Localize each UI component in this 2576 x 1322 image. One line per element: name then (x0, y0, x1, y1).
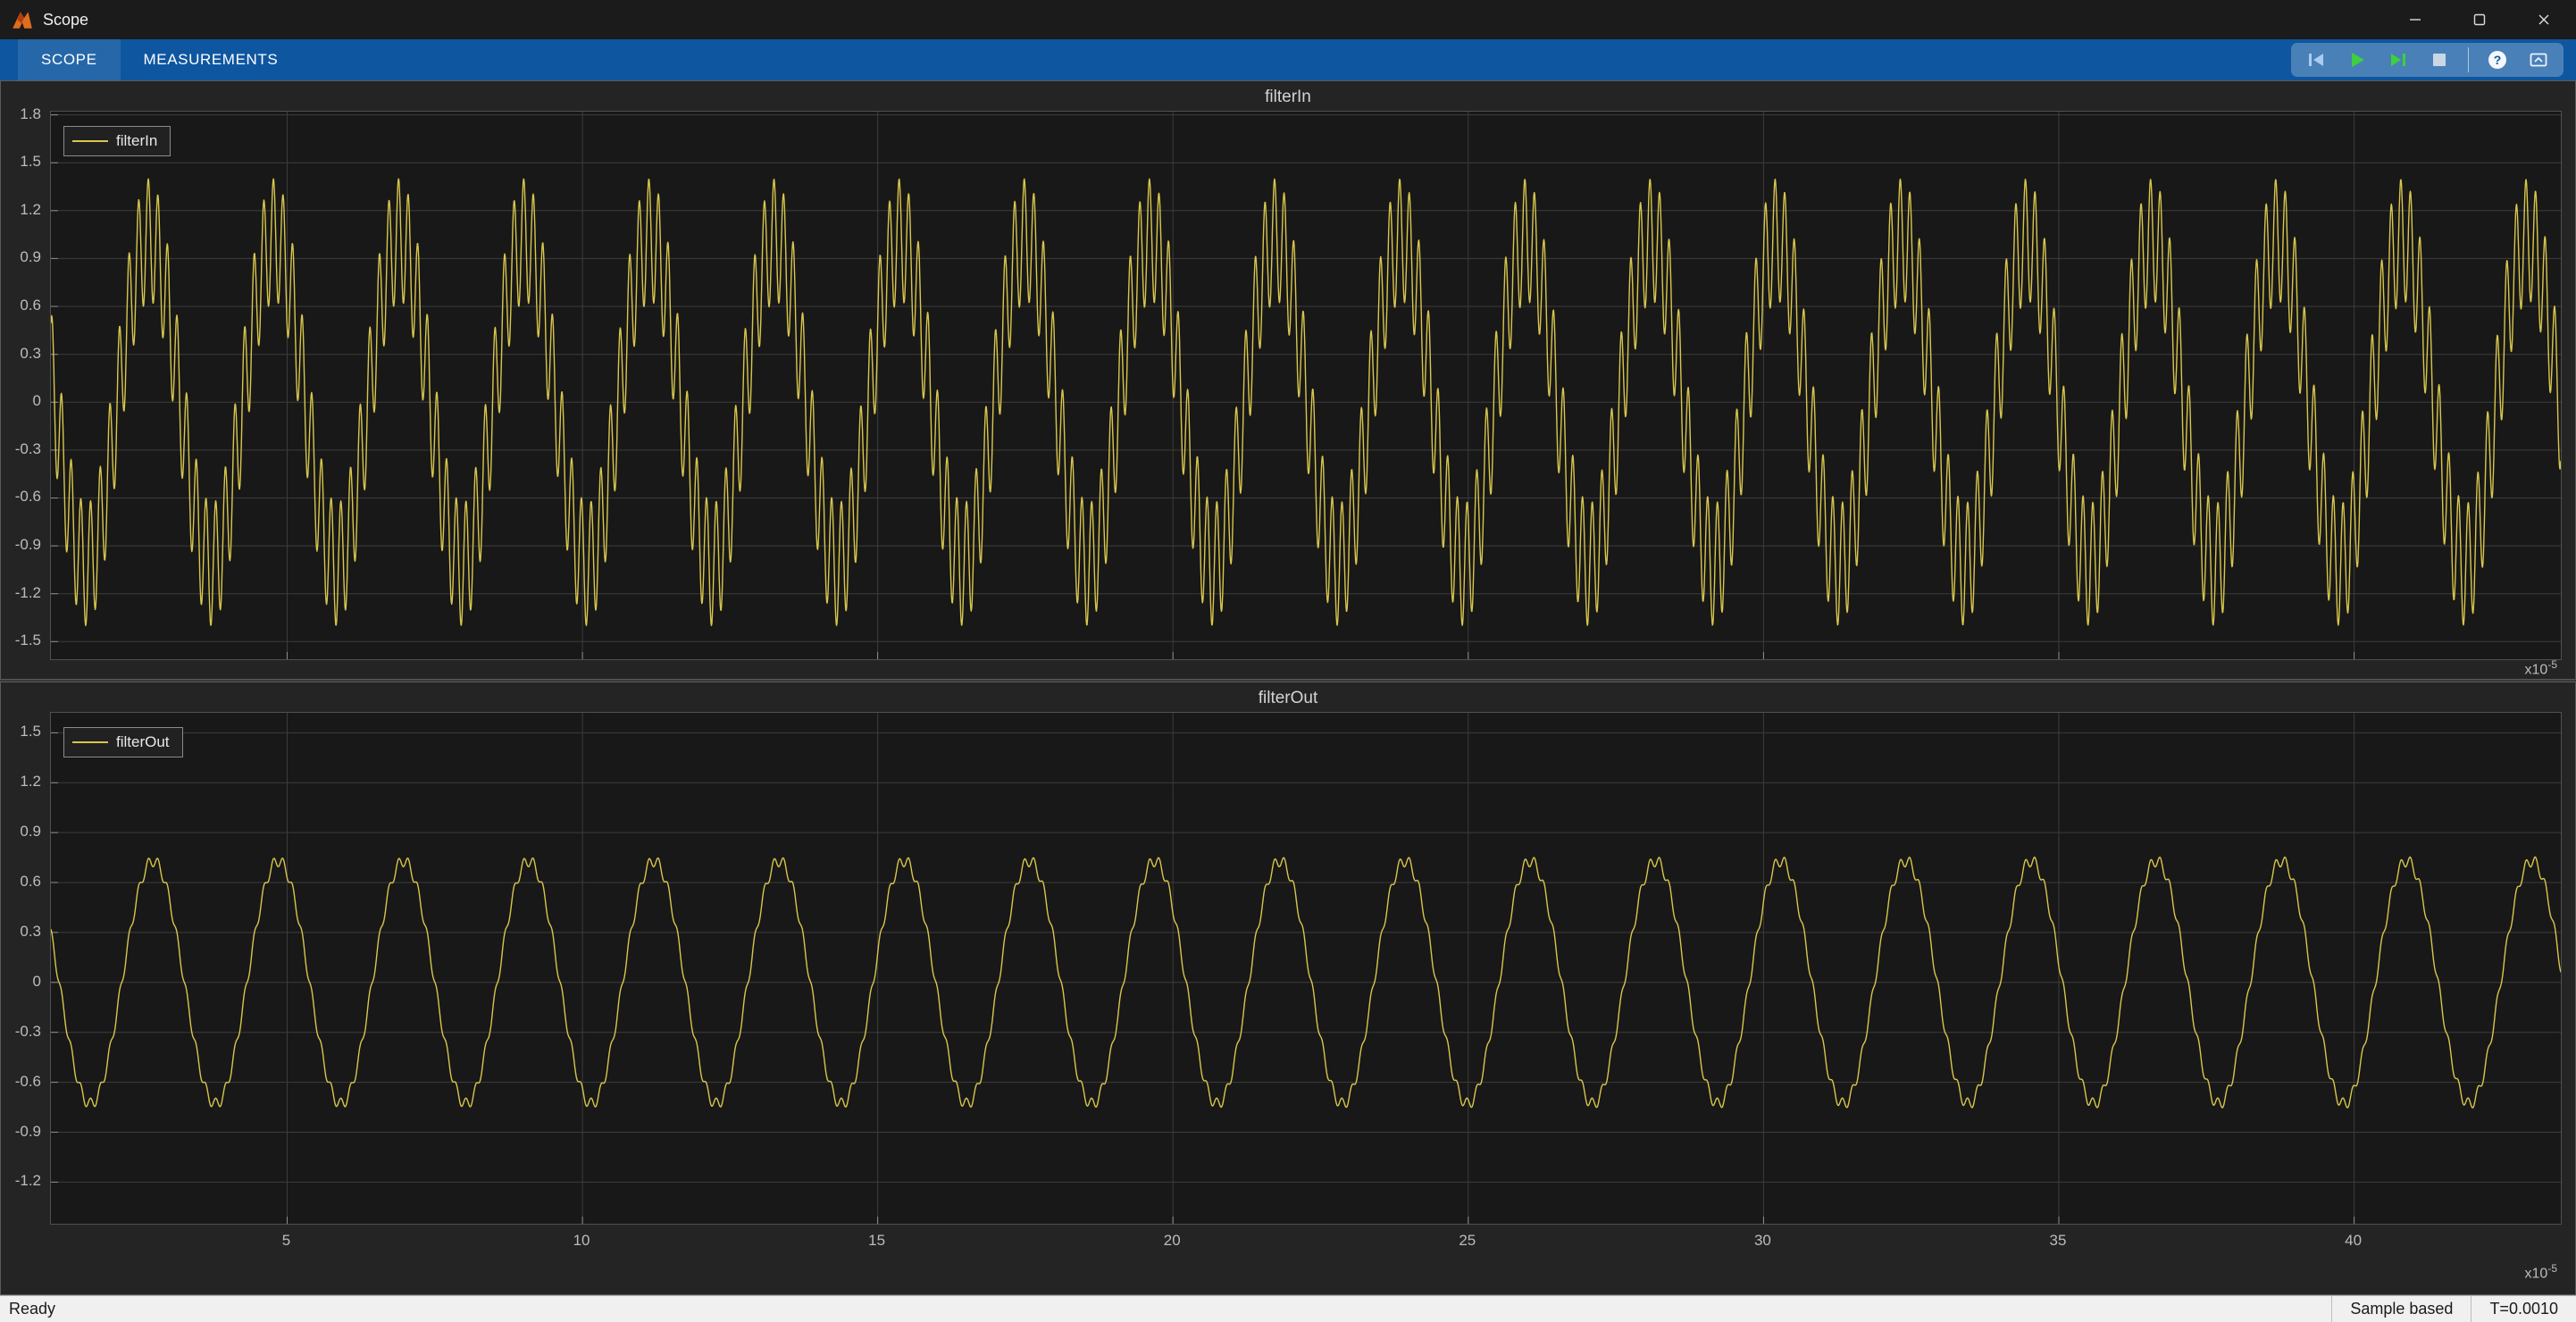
legend-line-sample (72, 140, 108, 142)
y-tick-label: 0.6 (20, 873, 41, 891)
legend[interactable]: filterIn (63, 126, 171, 156)
y-tick-label: -1.2 (15, 1172, 41, 1190)
legend-line-sample (72, 741, 108, 743)
help-button[interactable]: ? (2485, 47, 2510, 72)
y-tick-label: 1.8 (20, 105, 41, 123)
axis-exponent-label: x10-5 (2525, 1262, 2557, 1282)
stop-icon (2429, 49, 2450, 71)
close-button[interactable] (2512, 0, 2576, 39)
step-back-icon (2305, 49, 2327, 71)
close-icon (2537, 13, 2551, 27)
maximize-icon (2472, 13, 2487, 27)
x-tick-label: 35 (2031, 1232, 2085, 1250)
waveform-plot (51, 713, 2561, 1224)
axis-exponent-label: x10-5 (2525, 658, 2557, 678)
x-tick-label: 15 (850, 1232, 904, 1250)
ribbon-tabs: SCOPE MEASUREMENTS (18, 39, 301, 80)
y-tick-label: -0.3 (15, 1023, 41, 1041)
plot-axes-filterout[interactable]: filterOut (50, 712, 2562, 1225)
y-tick-label: 1.5 (20, 153, 41, 171)
ribbon-toolstrip: SCOPE MEASUREMENTS (0, 39, 2576, 80)
simulation-controls-group: ? (2291, 43, 2563, 77)
y-tick-label: 0.9 (20, 823, 41, 841)
y-tick-label: -0.3 (15, 440, 41, 458)
stop-button[interactable] (2427, 47, 2452, 72)
tab-measurements[interactable]: MEASUREMENTS (121, 39, 302, 80)
simulation-toolbar: ? (2291, 43, 2563, 77)
y-tick-label: -0.9 (15, 536, 41, 554)
y-tick-label: 0 (33, 973, 41, 991)
scope-display-area: filterIn 1.8 1.5 1.2 0.9 0.6 0.3 0 -0.3 -0.6 -0.9… (0, 80, 2576, 1295)
x-axis-labels: 5 10 15 20 25 30 35 40 (50, 1232, 2562, 1253)
minimize-icon (2408, 13, 2422, 27)
run-button[interactable] (2345, 47, 2370, 72)
matlab-icon (11, 8, 34, 31)
step-forward-button[interactable] (2386, 47, 2411, 72)
scope-panel-filterout: filterOut 1.5 1.2 0.9 0.6 0.3 0 -0.3 -0.6 -0.9 -1… (0, 682, 2576, 1295)
y-tick-label: -0.6 (15, 488, 41, 506)
help-icon: ? (2487, 49, 2508, 71)
y-tick-label: 0 (33, 392, 41, 410)
plot-axes-filterin[interactable]: filterIn (50, 111, 2562, 660)
y-tick-label: 0.9 (20, 248, 41, 266)
maximize-button[interactable] (2447, 0, 2512, 39)
y-axis-labels: 1.81.51.20.90.60.30-0.3-0.6-0.9-1.2-1.5 (1, 111, 47, 660)
status-ready: Ready (0, 1300, 2331, 1318)
waveform-plot (51, 112, 2561, 659)
x-tick-label: 10 (555, 1232, 608, 1250)
status-bar: Ready Sample based T=0.0010 (0, 1295, 2576, 1322)
highlight-block-button[interactable] (2526, 47, 2551, 72)
y-tick-label: 1.2 (20, 773, 41, 791)
y-tick-label: 0.3 (20, 345, 41, 363)
y-tick-label: -0.6 (15, 1073, 41, 1091)
step-back-button[interactable] (2304, 47, 2329, 72)
highlight-block-icon (2528, 49, 2549, 71)
legend[interactable]: filterOut (63, 727, 183, 757)
y-axis-labels: 1.5 1.2 0.9 0.6 0.3 0 -0.3 -0.6 -0.9 -1.2 (1, 712, 47, 1225)
y-tick-label: 1.2 (20, 201, 41, 219)
status-sample-mode: Sample based (2331, 1296, 2471, 1322)
title-bar: Scope (0, 0, 2576, 39)
y-tick-label: -1.5 (15, 632, 41, 649)
minimize-button[interactable] (2383, 0, 2447, 39)
x-tick-label: 25 (1441, 1232, 1494, 1250)
window-title: Scope (43, 11, 88, 29)
x-tick-label: 30 (1735, 1232, 1789, 1250)
run-icon (2346, 49, 2368, 71)
step-forward-icon (2388, 49, 2409, 71)
plot-title: filterIn (1, 88, 2575, 107)
svg-text:?: ? (2494, 53, 2502, 67)
y-tick-label: -1.2 (15, 584, 41, 602)
x-tick-label: 40 (2327, 1232, 2380, 1250)
plot-title: filterOut (1, 689, 2575, 708)
toolbar-divider (2468, 47, 2469, 72)
status-sim-time: T=0.0010 (2471, 1296, 2576, 1322)
y-tick-label: 0.6 (20, 297, 41, 314)
legend-label: filterOut (116, 733, 170, 751)
scope-panel-filterin: filterIn 1.8 1.5 1.2 0.9 0.6 0.3 0 -0.3 -0.6 -0.9… (0, 80, 2576, 680)
x-tick-label: 20 (1145, 1232, 1199, 1250)
y-tick-label: 0.3 (20, 923, 41, 941)
legend-label: filterIn (116, 132, 157, 150)
tab-scope[interactable]: SCOPE (18, 39, 121, 80)
x-tick-label: 5 (259, 1232, 313, 1250)
y-tick-label: 1.5 (20, 723, 41, 740)
y-tick-label: -0.9 (15, 1123, 41, 1141)
